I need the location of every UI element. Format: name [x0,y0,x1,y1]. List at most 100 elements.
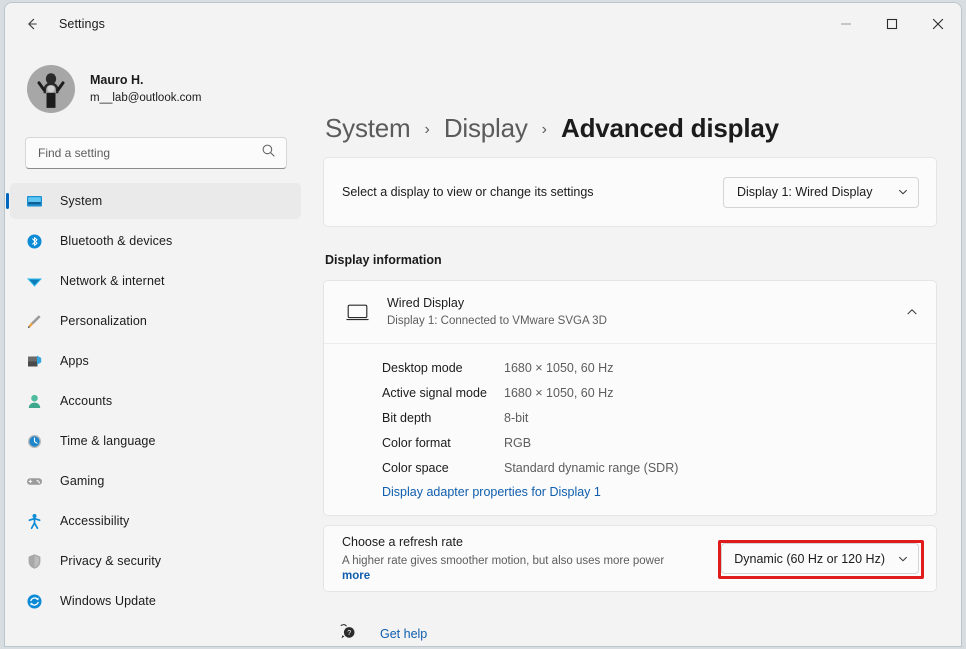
avatar [27,65,75,113]
display-selector-card: Select a display to view or change its s… [323,157,937,227]
maximize-icon [886,18,898,30]
spec-row: Color format RGB [324,430,936,455]
chevron-down-icon [897,553,909,565]
display-selector-label: Select a display to view or change its s… [342,185,594,199]
display-selector-value: Display 1: Wired Display [737,185,873,199]
sidebar-item-label: Privacy & security [60,554,162,568]
sidebar-item-label: Windows Update [60,594,156,608]
sidebar-item-privacy-security[interactable]: Privacy & security [10,543,301,579]
sidebar-item-label: Time & language [60,434,156,448]
main-content: System › Display › Advanced display Sele… [309,45,961,646]
get-help-link[interactable]: ? Get help [323,622,937,646]
breadcrumb-separator-icon: › [424,121,430,138]
spec-row: Active signal mode 1680 × 1050, 60 Hz [324,380,936,405]
search-input[interactable] [38,146,261,160]
user-profile[interactable]: Mauro H. m__lab@outlook.com [5,45,309,117]
breadcrumb-separator-icon: › [541,121,547,138]
accounts-icon [25,392,43,410]
spec-value: 8-bit [504,410,529,425]
refresh-rate-card: Choose a refresh rate A higher rate give… [323,525,937,592]
profile-email: m__lab@outlook.com [90,91,202,104]
refresh-rate-value: Dynamic (60 Hz or 120 Hz) [734,551,885,566]
title-bar: Settings [5,3,961,45]
system-icon [25,192,43,210]
spec-key: Color format [382,435,451,450]
sidebar-nav: System Bluetooth & devices Network & int… [5,183,309,619]
breadcrumb: System › Display › Advanced display [325,45,937,144]
apps-icon [25,352,43,370]
sidebar-item-label: Gaming [60,474,105,488]
sidebar-item-time-language[interactable]: Time & language [10,423,301,459]
back-button[interactable] [15,9,49,39]
breadcrumb-display[interactable]: Display [444,113,528,144]
display-adapter-properties-link[interactable]: Display adapter properties for Display 1 [324,485,601,499]
app-title: Settings [59,17,105,31]
svg-text:?: ? [347,630,351,637]
shield-icon [25,552,43,570]
display-selector-dropdown[interactable]: Display 1: Wired Display [723,176,919,208]
refresh-rate-dropdown[interactable]: Dynamic (60 Hz or 120 Hz) [721,543,919,574]
sidebar-item-apps[interactable]: Apps [10,343,301,379]
display-subtitle: Display 1: Connected to VMware SVGA 3D [387,314,607,327]
sidebar: Mauro H. m__lab@outlook.com Find a setti… [5,45,309,646]
close-icon [932,18,944,30]
search-box[interactable] [25,137,287,169]
spec-row: Color space Standard dynamic range (SDR) [324,455,936,480]
search-icon[interactable] [261,143,276,163]
close-button[interactable] [915,3,961,45]
display-specs: Desktop mode 1680 × 1050, 60 Hz Active s… [324,344,936,515]
spec-key: Desktop mode [382,360,463,375]
sidebar-item-label: Personalization [60,314,147,328]
profile-text: Mauro H. m__lab@outlook.com [90,73,201,105]
spec-key: Active signal mode [382,385,487,400]
display-information-card: Wired Display Display 1: Connected to VM… [323,280,937,516]
monitor-icon [341,303,373,322]
sidebar-item-label: System [60,194,103,208]
help-icon: ? [339,622,358,646]
sidebar-item-accounts[interactable]: Accounts [10,383,301,419]
profile-name: Mauro H. [90,73,144,87]
refresh-rate-title: Choose a refresh rate [342,535,463,550]
breadcrumb-system[interactable]: System [325,113,411,144]
sidebar-item-gaming[interactable]: Gaming [10,463,301,499]
display-information-header[interactable]: Wired Display Display 1: Connected to VM… [324,281,936,343]
sidebar-item-label: Network & internet [60,274,165,288]
brush-icon [25,312,43,330]
minimize-button[interactable] [823,3,869,45]
spec-value: 1680 × 1050, 60 Hz [504,360,614,375]
spec-value: RGB [504,435,532,450]
accessibility-icon [25,512,43,530]
sidebar-item-network-internet[interactable]: Network & internet [10,263,301,299]
chevron-up-icon[interactable] [905,305,919,319]
spec-row: Bit depth 8-bit [324,405,936,430]
sidebar-item-system[interactable]: System [10,183,301,219]
display-information-titles: Wired Display Display 1: Connected to VM… [387,295,905,328]
minimize-icon [840,18,852,30]
gamepad-icon [25,472,43,490]
update-icon [25,592,43,610]
display-selector-row: Select a display to view or change its s… [324,158,936,226]
spec-row: Desktop mode 1680 × 1050, 60 Hz [324,355,936,380]
sidebar-item-accessibility[interactable]: Accessibility [10,503,301,539]
chevron-down-icon [897,186,909,198]
display-information-title: Display information [325,253,442,267]
sidebar-item-personalization[interactable]: Personalization [10,303,301,339]
sidebar-item-bluetooth-devices[interactable]: Bluetooth & devices [10,223,301,259]
user-avatar-icon [37,73,65,108]
refresh-rate-learn-more-link[interactable]: more [342,570,370,582]
back-arrow-icon [24,16,40,32]
search-wrapper [5,117,309,169]
spec-key: Bit depth [382,410,432,425]
sidebar-item-label: Apps [60,354,89,368]
refresh-rate-texts: Choose a refresh rate A higher rate give… [342,532,664,585]
clock-icon [25,432,43,450]
sidebar-item-windows-update[interactable]: Windows Update [10,583,301,619]
sidebar-item-label: Bluetooth & devices [60,234,173,248]
settings-window: Settings Mauro H. m__lab@outlook.com Fin… [4,2,962,647]
maximize-button[interactable] [869,3,915,45]
get-help-label: Get help [380,627,428,641]
sidebar-item-label: Accessibility [60,514,130,528]
display-name: Wired Display [387,296,465,311]
window-controls [823,3,961,45]
sidebar-item-label: Accounts [60,394,113,408]
